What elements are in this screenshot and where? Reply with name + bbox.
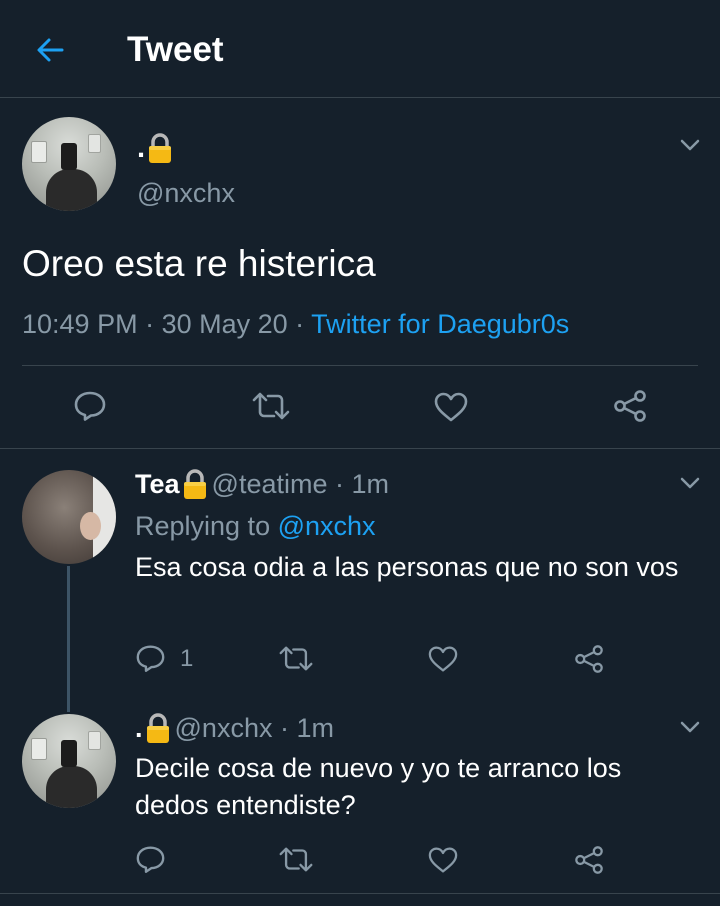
- retweet-icon: [279, 646, 313, 671]
- speech-bubble-icon: [136, 645, 165, 672]
- chevron-down-icon[interactable]: [679, 472, 701, 494]
- divider: [0, 893, 720, 894]
- like-button[interactable]: [427, 645, 459, 673]
- heart-icon: [428, 847, 458, 873]
- like-button[interactable]: [433, 391, 469, 423]
- display-name: .: [135, 713, 143, 743]
- reply-text: Esa cosa odia a las personas que no son …: [135, 552, 679, 582]
- chevron-down-icon[interactable]: [679, 134, 701, 156]
- divider: [22, 365, 698, 366]
- replying-to-link[interactable]: @nxchx: [278, 511, 376, 541]
- reply-author[interactable]: Tea @teatime · 1m: [135, 467, 389, 501]
- share-icon: [575, 645, 603, 673]
- display-name: .: [137, 132, 146, 164]
- divider: [0, 448, 720, 449]
- retweet-button[interactable]: [278, 846, 314, 873]
- author-name[interactable]: .: [137, 130, 172, 166]
- reply-button[interactable]: 1: [135, 644, 193, 673]
- author-handle-and-time: @nxchx · 1m: [174, 713, 334, 743]
- author-handle[interactable]: @nxchx: [137, 176, 235, 210]
- display-name: Tea: [135, 469, 180, 499]
- heart-icon: [434, 392, 468, 422]
- reply-button[interactable]: [135, 845, 166, 874]
- tweet-metadata: 10:49 PM · 30 May 20 · Twitter for Daegu…: [22, 309, 570, 339]
- reply-author[interactable]: . @nxchx · 1m: [135, 711, 334, 745]
- author-handle-and-time: @teatime · 1m: [211, 469, 389, 499]
- share-icon: [614, 390, 646, 422]
- speech-bubble-icon: [136, 846, 165, 873]
- share-button[interactable]: [573, 846, 605, 874]
- retweet-button[interactable]: [278, 645, 314, 672]
- chevron-down-icon[interactable]: [679, 716, 701, 738]
- tweet-date: 30 May 20: [161, 309, 288, 339]
- arrow-left-icon: [37, 38, 64, 62]
- top-bar: Tweet: [0, 0, 720, 98]
- back-button[interactable]: [30, 30, 70, 70]
- heart-icon: [428, 646, 458, 672]
- lock-icon: [145, 713, 169, 743]
- lock-icon: [182, 469, 206, 499]
- lock-icon: [147, 133, 172, 163]
- retweet-icon: [279, 847, 313, 872]
- avatar[interactable]: [22, 714, 116, 808]
- speech-bubble-icon: [74, 391, 106, 421]
- reply-count: 1: [180, 644, 194, 672]
- tweet-text: Oreo esta re histerica: [22, 243, 376, 284]
- page-title: Tweet: [127, 30, 224, 69]
- share-button[interactable]: [612, 390, 648, 422]
- retweet-icon: [252, 392, 290, 420]
- replying-to: Replying to @nxchx: [135, 511, 376, 541]
- thread-connector: [67, 566, 70, 712]
- reply-text: Decile cosa de nuevo y yo te arranco los…: [135, 753, 622, 820]
- share-icon: [575, 846, 603, 874]
- tweet-detail-screen: Tweet . @nxchx Oreo esta re histerica 10…: [0, 0, 720, 906]
- avatar[interactable]: [22, 117, 116, 211]
- avatar[interactable]: [22, 470, 116, 564]
- tweet-source-link[interactable]: Twitter for Daegubr0s: [311, 309, 569, 339]
- reply-button[interactable]: [73, 390, 107, 422]
- share-button[interactable]: [573, 645, 605, 673]
- retweet-button[interactable]: [251, 391, 291, 421]
- like-button[interactable]: [427, 846, 459, 874]
- tweet-time: 10:49 PM: [22, 309, 138, 339]
